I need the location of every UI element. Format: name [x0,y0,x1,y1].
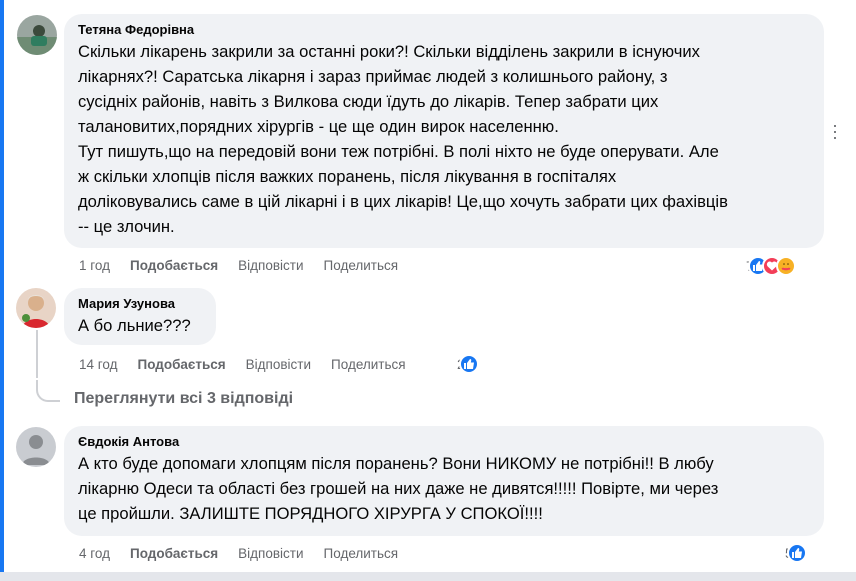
reaction-summary[interactable]: 7 [746,256,796,276]
comment-actions: 1 год Подобається Відповісти Поделиться [79,258,418,273]
reaction-summary[interactable]: 2 [457,354,479,374]
comment-actions: 14 год Подобається Відповісти Поделиться [79,357,426,372]
like-button[interactable]: Подобається [130,546,218,561]
avatar[interactable] [16,427,56,467]
like-button[interactable]: Подобається [130,258,218,273]
comment-bubble: Мария Узунова А бо льние??? [64,288,216,345]
comment-author[interactable]: Тетяна Федорівна [78,22,812,37]
reply-button[interactable]: Відповісти [238,546,303,561]
reaction-summary[interactable]: 5 [785,543,807,563]
like-button[interactable]: Подобається [137,357,225,372]
comment-bubble: Євдокія Антова А кто буде допомаги хлопц… [64,426,824,536]
thread-connector [36,380,60,402]
like-icon [458,354,479,374]
view-replies-link[interactable]: Переглянути всі 3 відповіді [74,390,293,408]
thread-highlight-bar [0,0,4,581]
more-options-icon[interactable]: · · · [832,116,850,146]
share-button[interactable]: Поделиться [324,258,399,273]
avatar[interactable] [16,288,56,328]
share-button[interactable]: Поделиться [324,546,399,561]
comment-actions: 4 год Подобається Відповісти Поделиться [79,546,418,561]
comment-time[interactable]: 14 год [79,357,117,372]
reply-button[interactable]: Відповісти [246,357,311,372]
avatar[interactable] [17,15,57,55]
care-icon [775,256,796,276]
comment-text: А кто буде допомаги хлопцям після поране… [78,454,719,523]
reply-button[interactable]: Відповісти [238,258,303,273]
comment-author[interactable]: Мария Узунова [78,296,204,311]
comment-time[interactable]: 4 год [79,546,110,561]
like-icon [786,543,807,563]
comment-time[interactable]: 1 год [79,258,110,273]
comment-text: Скільки лікарень закрили за останні роки… [78,42,728,236]
comment-bubble: Тетяна Федорівна Скільки лікарень закрил… [64,14,824,248]
share-button[interactable]: Поделиться [331,357,406,372]
bottom-divider [0,572,856,581]
thread-line [36,330,38,378]
comment-text: А бо льние??? [78,316,191,335]
comment-author[interactable]: Євдокія Антова [78,434,812,449]
